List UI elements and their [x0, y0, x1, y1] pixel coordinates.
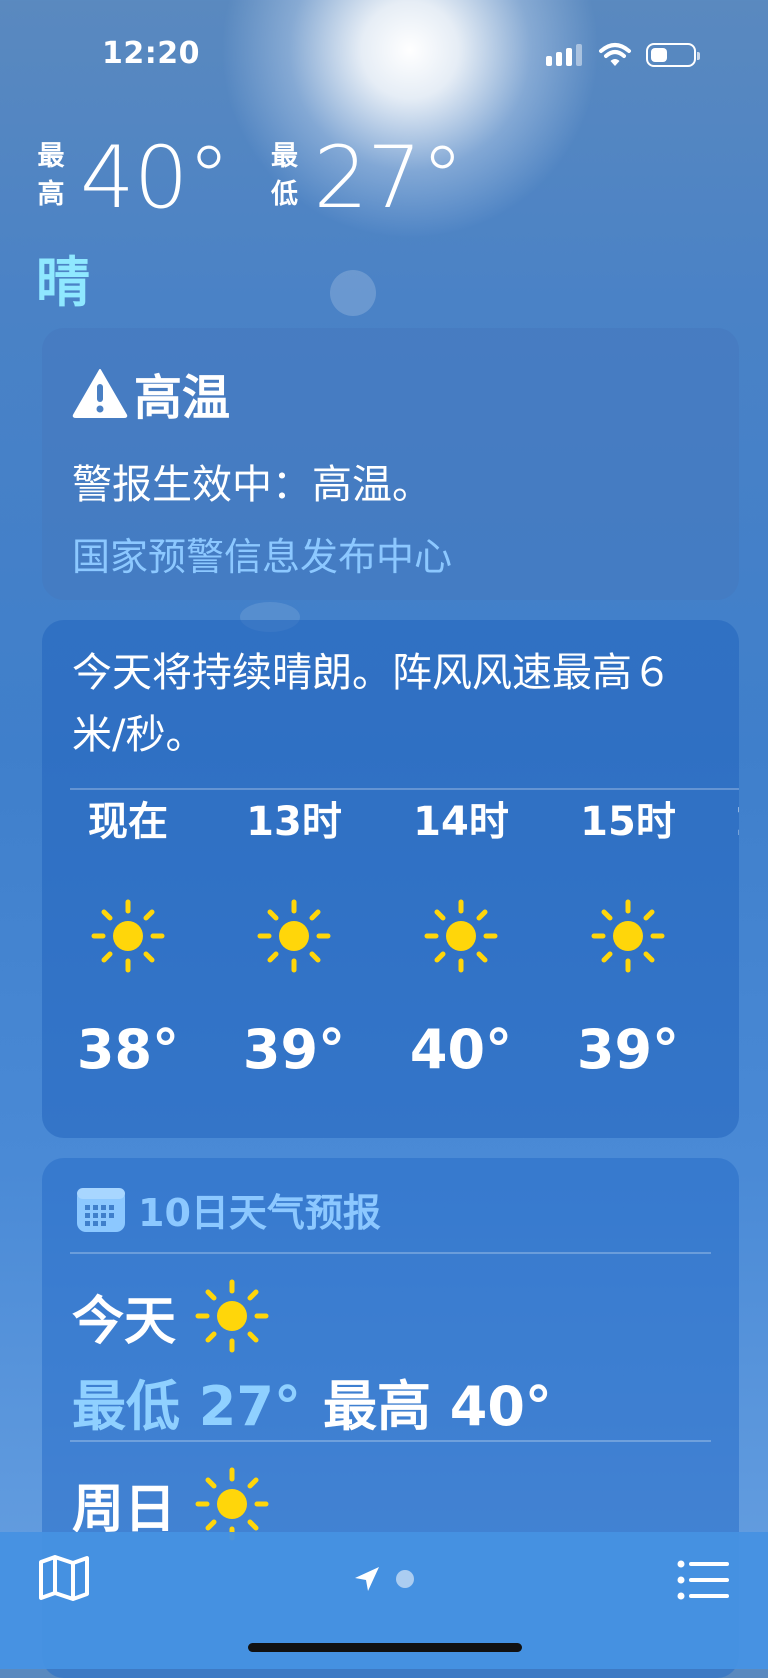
hour-temp: 39° [242, 1018, 346, 1081]
divider [70, 788, 739, 790]
calendar-icon [77, 1187, 125, 1232]
hourly-forecast-card: 今天将持续晴朗。阵风风速最高６米/秒。 现在 38° 13时 39° 14时 4… [42, 620, 739, 1138]
day-label: 周日 [72, 1479, 177, 1540]
lens-flare [330, 270, 376, 316]
list-icon[interactable] [677, 1560, 729, 1600]
sun-icon [195, 1279, 269, 1353]
alert-card[interactable]: 高温 警报生效中：高温。 国家预警信息发布中心 [42, 328, 739, 600]
hourly-scroll[interactable]: 现在 38° 13时 39° 14时 40° 15时 39° [70, 796, 739, 1116]
sun-icon [591, 899, 665, 973]
sun-icon [424, 899, 498, 973]
location-arrow-icon[interactable] [352, 1564, 382, 1594]
sun-icon [195, 1467, 269, 1541]
high-temp: 最高 40° [322, 1375, 552, 1438]
alert-source[interactable]: 国家预警信息发布中心 [72, 526, 709, 581]
hour-item: 13时 39° [236, 796, 352, 1081]
high-low-temperatures: 最高 40° 最低 27° [36, 130, 503, 226]
hour-item: 现在 38° [70, 796, 186, 1081]
high-temp: 40° [80, 128, 230, 228]
low-temp: 27° [313, 128, 463, 228]
hour-label: 1 [734, 796, 739, 848]
high-label: 最高 [37, 141, 65, 210]
weather-condition: 晴 [36, 251, 90, 314]
sun-icon [91, 899, 165, 973]
status-time: 12:20 [102, 36, 200, 71]
status-icons [546, 42, 700, 68]
day-label: 今天 [72, 1291, 177, 1352]
hour-item: 15时 39° [570, 796, 686, 1081]
low-label: 最低 [270, 141, 298, 210]
home-indicator[interactable] [248, 1643, 522, 1652]
wifi-icon [599, 43, 631, 66]
hour-label: 13时 [246, 799, 342, 845]
map-icon[interactable] [38, 1554, 90, 1602]
divider [70, 1440, 711, 1442]
hour-item: 14时 40° [403, 796, 519, 1081]
hour-label: 14时 [413, 799, 509, 845]
alert-title: 高温 [134, 370, 231, 426]
sun-icon [257, 899, 331, 973]
hour-label: 15时 [580, 799, 676, 845]
alert-title-row: 高温 [72, 358, 709, 428]
alert-text: 警报生效中：高温。 [72, 462, 432, 508]
forecast-day-sunday[interactable]: 周日 [72, 1466, 270, 1542]
forecast-day-today[interactable]: 今天 [72, 1278, 270, 1354]
warning-icon [72, 369, 128, 418]
low-temp: 最低 27° [72, 1375, 301, 1438]
forecast-range-today: 最低 27° 最高 40° [72, 1362, 552, 1441]
cellular-signal-icon [546, 44, 582, 66]
hour-item: 1 [734, 796, 739, 848]
battery-icon [646, 43, 700, 67]
divider [70, 1252, 711, 1254]
page-dot[interactable] [396, 1570, 414, 1588]
forecast-title: 10日天气预报 [138, 1191, 381, 1235]
hourly-summary: 今天将持续晴朗。阵风风速最高６米/秒。 [72, 650, 672, 758]
hour-temp: 40° [409, 1018, 513, 1081]
hour-temp: 39° [576, 1018, 680, 1081]
hour-temp: 38° [76, 1018, 180, 1081]
forecast-header: 10日天气预报 [76, 1182, 381, 1237]
hour-label: 现在 [88, 799, 168, 845]
